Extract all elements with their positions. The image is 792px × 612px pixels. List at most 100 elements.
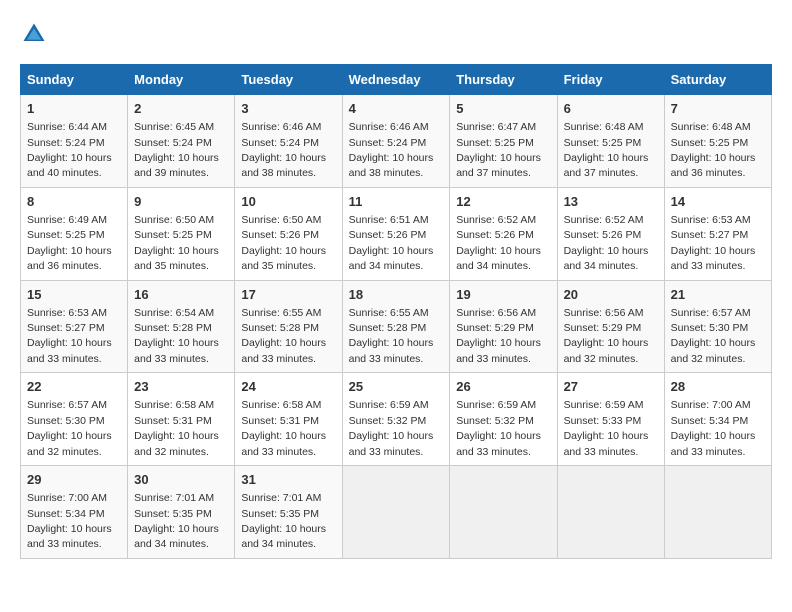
- day-info: Sunrise: 6:45 AMSunset: 5:24 PMDaylight:…: [134, 121, 219, 179]
- calendar-day-cell: 23Sunrise: 6:58 AMSunset: 5:31 PMDayligh…: [128, 373, 235, 466]
- day-number: 18: [349, 286, 444, 304]
- day-info: Sunrise: 6:55 AMSunset: 5:28 PMDaylight:…: [349, 307, 434, 365]
- page-header: [20, 20, 772, 48]
- calendar-day-cell: [342, 466, 450, 559]
- calendar-day-cell: 15 Sunrise: 6:53 AMSunset: 5:27 PMDayligh…: [21, 280, 128, 373]
- day-info: Sunrise: 6:53 AMSunset: 5:27 PMDaylight:…: [671, 214, 756, 272]
- calendar-day-cell: 27 Sunrise: 6:59 AMSunset: 5:33 PMDayligh…: [557, 373, 664, 466]
- calendar-day-cell: 25 Sunrise: 6:59 AMSunset: 5:32 PMDayligh…: [342, 373, 450, 466]
- calendar-day-cell: [664, 466, 771, 559]
- day-number: 26: [456, 378, 550, 396]
- day-info: Sunrise: 6:59 AMSunset: 5:32 PMDaylight:…: [349, 399, 434, 457]
- day-info: Sunrise: 7:01 AMSunset: 5:35 PMDaylight:…: [241, 492, 326, 550]
- calendar-day-header: Wednesday: [342, 65, 450, 95]
- calendar-day-cell: 12 Sunrise: 6:52 AMSunset: 5:26 PMDayligh…: [450, 187, 557, 280]
- day-info: Sunrise: 6:46 AMSunset: 5:24 PMDaylight:…: [349, 121, 434, 179]
- day-info: Sunrise: 6:50 AMSunset: 5:26 PMDaylight:…: [241, 214, 326, 272]
- day-info: Sunrise: 6:59 AMSunset: 5:33 PMDaylight:…: [564, 399, 649, 457]
- day-info: Sunrise: 6:56 AMSunset: 5:29 PMDaylight:…: [564, 307, 649, 365]
- calendar-day-cell: 11 Sunrise: 6:51 AMSunset: 5:26 PMDayligh…: [342, 187, 450, 280]
- calendar-table: SundayMondayTuesdayWednesdayThursdayFrid…: [20, 64, 772, 559]
- day-info: Sunrise: 6:56 AMSunset: 5:29 PMDaylight:…: [456, 307, 541, 365]
- calendar-day-cell: 30 Sunrise: 7:01 AMSunset: 5:35 PMDayligh…: [128, 466, 235, 559]
- day-info: Sunrise: 6:50 AMSunset: 5:25 PMDaylight:…: [134, 214, 219, 272]
- day-number: 6: [564, 100, 658, 118]
- day-number: 21: [671, 286, 765, 304]
- day-info: Sunrise: 6:44 AMSunset: 5:24 PMDaylight:…: [27, 121, 112, 179]
- calendar-day-cell: 2 Sunrise: 6:45 AMSunset: 5:24 PMDaylight…: [128, 95, 235, 188]
- day-info: Sunrise: 6:52 AMSunset: 5:26 PMDaylight:…: [564, 214, 649, 272]
- calendar-day-cell: 13 Sunrise: 6:52 AMSunset: 5:26 PMDayligh…: [557, 187, 664, 280]
- day-number: 16: [134, 286, 228, 304]
- day-info: Sunrise: 6:47 AMSunset: 5:25 PMDaylight:…: [456, 121, 541, 179]
- day-number: 22: [27, 378, 121, 396]
- day-info: Sunrise: 6:52 AMSunset: 5:26 PMDaylight:…: [456, 214, 541, 272]
- day-number: 9: [134, 193, 228, 211]
- day-number: 2: [134, 100, 228, 118]
- calendar-day-cell: 20Sunrise: 6:56 AMSunset: 5:29 PMDayligh…: [557, 280, 664, 373]
- calendar-day-cell: 17 Sunrise: 6:55 AMSunset: 5:28 PMDayligh…: [235, 280, 342, 373]
- calendar-day-cell: 7 Sunrise: 6:48 AMSunset: 5:25 PMDaylight…: [664, 95, 771, 188]
- day-info: Sunrise: 6:51 AMSunset: 5:26 PMDaylight:…: [349, 214, 434, 272]
- calendar-week-row: 15 Sunrise: 6:53 AMSunset: 5:27 PMDayligh…: [21, 280, 772, 373]
- calendar-day-cell: 29 Sunrise: 7:00 AMSunset: 5:34 PMDayligh…: [21, 466, 128, 559]
- calendar-day-cell: 5 Sunrise: 6:47 AMSunset: 5:25 PMDaylight…: [450, 95, 557, 188]
- calendar-day-cell: 24Sunrise: 6:58 AMSunset: 5:31 PMDayligh…: [235, 373, 342, 466]
- calendar-day-cell: 22Sunrise: 6:57 AMSunset: 5:30 PMDayligh…: [21, 373, 128, 466]
- calendar-day-cell: 1 Sunrise: 6:44 AMSunset: 5:24 PMDaylight…: [21, 95, 128, 188]
- calendar-day-cell: 28 Sunrise: 7:00 AMSunset: 5:34 PMDayligh…: [664, 373, 771, 466]
- day-number: 25: [349, 378, 444, 396]
- calendar-day-header: Monday: [128, 65, 235, 95]
- day-info: Sunrise: 6:46 AMSunset: 5:24 PMDaylight:…: [241, 121, 326, 179]
- day-number: 11: [349, 193, 444, 211]
- day-info: Sunrise: 6:57 AMSunset: 5:30 PMDaylight:…: [671, 307, 756, 365]
- logo-icon: [20, 20, 48, 48]
- day-info: Sunrise: 6:58 AMSunset: 5:31 PMDaylight:…: [134, 399, 219, 457]
- day-number: 14: [671, 193, 765, 211]
- calendar-day-cell: 21 Sunrise: 6:57 AMSunset: 5:30 PMDayligh…: [664, 280, 771, 373]
- day-number: 28: [671, 378, 765, 396]
- day-number: 12: [456, 193, 550, 211]
- calendar-day-cell: 6 Sunrise: 6:48 AMSunset: 5:25 PMDaylight…: [557, 95, 664, 188]
- calendar-day-cell: 4Sunrise: 6:46 AMSunset: 5:24 PMDaylight…: [342, 95, 450, 188]
- calendar-day-cell: 26Sunrise: 6:59 AMSunset: 5:32 PMDayligh…: [450, 373, 557, 466]
- calendar-day-header: Sunday: [21, 65, 128, 95]
- calendar-day-cell: 14 Sunrise: 6:53 AMSunset: 5:27 PMDayligh…: [664, 187, 771, 280]
- day-number: 13: [564, 193, 658, 211]
- calendar-day-cell: [557, 466, 664, 559]
- calendar-day-cell: 18 Sunrise: 6:55 AMSunset: 5:28 PMDayligh…: [342, 280, 450, 373]
- day-info: Sunrise: 6:48 AMSunset: 5:25 PMDaylight:…: [564, 121, 649, 179]
- day-info: Sunrise: 6:53 AMSunset: 5:27 PMDaylight:…: [27, 307, 112, 365]
- calendar-day-cell: 10 Sunrise: 6:50 AMSunset: 5:26 PMDayligh…: [235, 187, 342, 280]
- calendar-day-cell: 31 Sunrise: 7:01 AMSunset: 5:35 PMDayligh…: [235, 466, 342, 559]
- day-info: Sunrise: 7:01 AMSunset: 5:35 PMDaylight:…: [134, 492, 219, 550]
- calendar-week-row: 8Sunrise: 6:49 AMSunset: 5:25 PMDaylight…: [21, 187, 772, 280]
- calendar-week-row: 29 Sunrise: 7:00 AMSunset: 5:34 PMDayligh…: [21, 466, 772, 559]
- day-info: Sunrise: 6:54 AMSunset: 5:28 PMDaylight:…: [134, 307, 219, 365]
- day-info: Sunrise: 7:00 AMSunset: 5:34 PMDaylight:…: [671, 399, 756, 457]
- day-number: 7: [671, 100, 765, 118]
- day-number: 3: [241, 100, 335, 118]
- logo: [20, 20, 52, 48]
- calendar-day-header: Thursday: [450, 65, 557, 95]
- day-number: 15: [27, 286, 121, 304]
- day-info: Sunrise: 6:48 AMSunset: 5:25 PMDaylight:…: [671, 121, 756, 179]
- calendar-day-header: Friday: [557, 65, 664, 95]
- calendar-day-cell: 3 Sunrise: 6:46 AMSunset: 5:24 PMDaylight…: [235, 95, 342, 188]
- day-info: Sunrise: 6:49 AMSunset: 5:25 PMDaylight:…: [27, 214, 112, 272]
- calendar-day-cell: 9 Sunrise: 6:50 AMSunset: 5:25 PMDaylight…: [128, 187, 235, 280]
- day-number: 30: [134, 471, 228, 489]
- calendar-day-cell: [450, 466, 557, 559]
- day-number: 17: [241, 286, 335, 304]
- calendar-day-cell: 16 Sunrise: 6:54 AMSunset: 5:28 PMDayligh…: [128, 280, 235, 373]
- day-number: 29: [27, 471, 121, 489]
- day-info: Sunrise: 6:55 AMSunset: 5:28 PMDaylight:…: [241, 307, 326, 365]
- day-number: 27: [564, 378, 658, 396]
- day-number: 5: [456, 100, 550, 118]
- calendar-week-row: 22Sunrise: 6:57 AMSunset: 5:30 PMDayligh…: [21, 373, 772, 466]
- day-number: 31: [241, 471, 335, 489]
- day-number: 10: [241, 193, 335, 211]
- day-number: 1: [27, 100, 121, 118]
- calendar-day-header: Saturday: [664, 65, 771, 95]
- day-info: Sunrise: 7:00 AMSunset: 5:34 PMDaylight:…: [27, 492, 112, 550]
